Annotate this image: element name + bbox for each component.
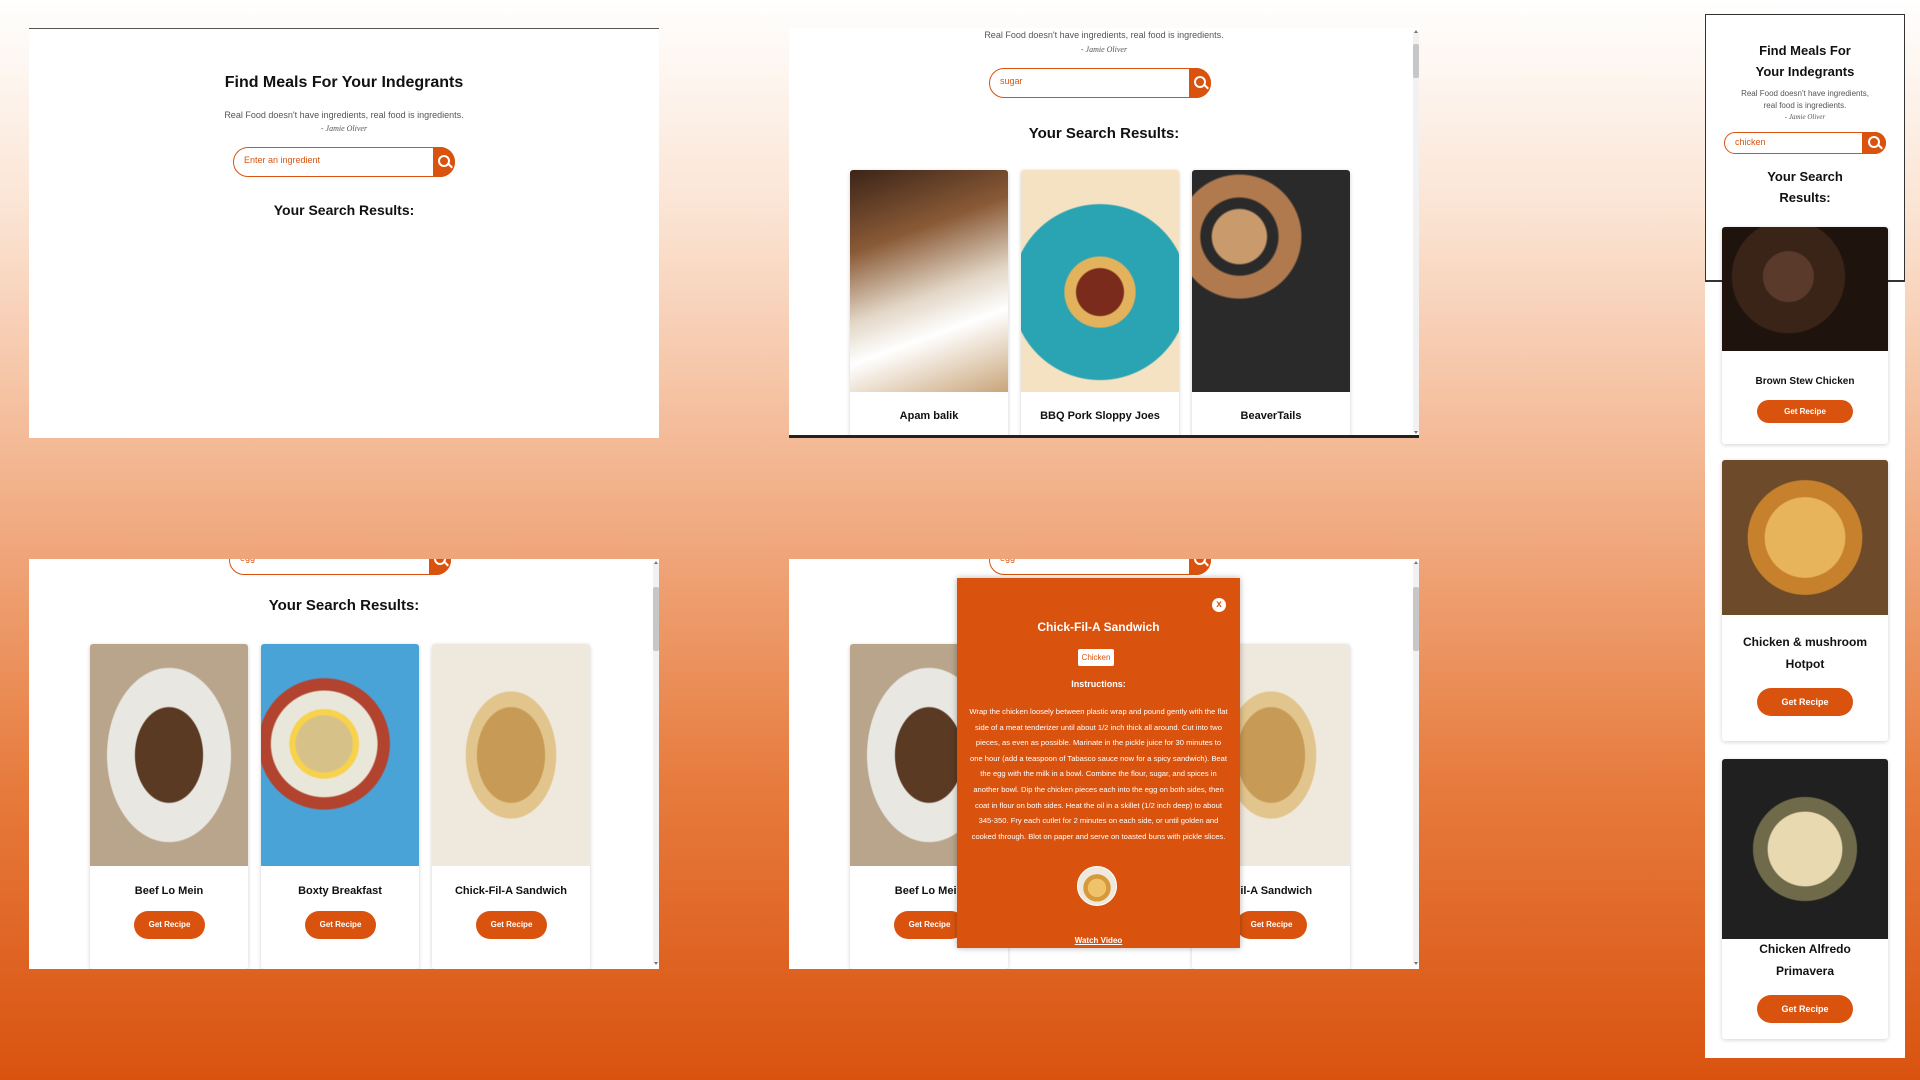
- quote-text: Real Food doesn't have ingredients, real…: [224, 110, 464, 120]
- watch-video-link[interactable]: Watch Video: [957, 936, 1240, 945]
- recipe-card[interactable]: Apam balik: [850, 170, 1008, 435]
- recipe-name: BBQ Pork Sloppy Joes: [1040, 410, 1160, 422]
- recipe-card[interactable]: Boxty Breakfast Get Recipe: [261, 644, 419, 969]
- search-icon: [1194, 76, 1206, 88]
- results-heading-line2: Results:: [1779, 190, 1831, 205]
- quote-author: - Jamie Oliver: [320, 124, 368, 133]
- get-recipe-button[interactable]: Get Recipe: [305, 911, 376, 939]
- recipe-name-line1: Chicken Alfredo: [1759, 942, 1851, 956]
- results-heading: Your Search Results:: [273, 202, 415, 218]
- recipe-image: [90, 644, 248, 866]
- quote-author: - Jamie Oliver: [1784, 113, 1826, 121]
- get-recipe-button[interactable]: Get Recipe: [1757, 400, 1853, 423]
- search-bar: [233, 147, 455, 177]
- get-recipe-button[interactable]: Get Recipe: [1757, 688, 1853, 716]
- recipe-image: [1722, 759, 1888, 939]
- search-bar: [989, 68, 1211, 98]
- search-bar: [229, 559, 451, 575]
- recipe-name: Chick-Fil-A Sandwich: [454, 885, 568, 897]
- recipe-card[interactable]: BeaverTails: [1192, 170, 1350, 435]
- recipe-image: [1192, 170, 1350, 392]
- search-input[interactable]: [1733, 136, 1849, 148]
- search-input[interactable]: [242, 154, 400, 166]
- recipe-card[interactable]: Chicken & mushroom Hotpot Get Recipe: [1722, 460, 1888, 741]
- scroll-up-icon: [1414, 561, 1418, 564]
- get-recipe-button[interactable]: Get Recipe: [134, 911, 205, 939]
- get-recipe-button[interactable]: Get Recipe: [894, 911, 965, 939]
- scroll-thumb[interactable]: [653, 587, 659, 651]
- recipe-card[interactable]: Chick-Fil-A Sandwich Get Recipe: [432, 644, 590, 969]
- scroll-thumb[interactable]: [1413, 44, 1419, 78]
- recipe-name: Apam balik: [899, 410, 959, 422]
- scroll-down-icon: [1414, 962, 1418, 965]
- search-button[interactable]: [433, 147, 455, 177]
- recipe-card[interactable]: Chicken Alfredo Primavera Get Recipe: [1722, 759, 1888, 1039]
- search-icon: [434, 559, 446, 565]
- quote-line1: Real Food doesn't have ingredients,: [1741, 89, 1869, 98]
- recipe-name-line2: Primavera: [1775, 964, 1835, 978]
- recipe-card[interactable]: Beef Lo Mein Get Recipe: [90, 644, 248, 969]
- recipe-image: [261, 644, 419, 866]
- search-icon: [1194, 559, 1206, 565]
- get-recipe-button[interactable]: Get Recipe: [1236, 911, 1307, 939]
- scroll-up-icon: [1414, 30, 1418, 33]
- get-recipe-button[interactable]: Get Recipe: [476, 911, 547, 939]
- search-button[interactable]: [1862, 132, 1886, 154]
- search-icon: [438, 155, 450, 167]
- scrollbar[interactable]: [653, 561, 659, 965]
- results-heading-line1: Your Search: [1767, 169, 1843, 184]
- modal-title: Chick-Fil-A Sandwich: [1037, 620, 1160, 634]
- results-heading: Your Search Results:: [268, 597, 420, 614]
- recipe-name-line1: Chicken & mushroom: [1742, 635, 1868, 649]
- recipe-name: Boxty Breakfast: [298, 885, 382, 897]
- scroll-down-icon: [654, 962, 658, 965]
- search-bar: [989, 559, 1211, 575]
- recipe-image: [1722, 460, 1888, 615]
- get-recipe-button[interactable]: Get Recipe: [1757, 995, 1853, 1023]
- search-button[interactable]: [1189, 68, 1211, 98]
- panel-egg-results: Your Search Results: Beef Lo Mein Get Re…: [29, 559, 659, 969]
- search-bar: [1724, 132, 1886, 154]
- instructions-heading: Instructions:: [1071, 679, 1126, 689]
- search-input[interactable]: [238, 559, 396, 564]
- recipe-image: [1021, 170, 1179, 392]
- instructions-text: Wrap the chicken loosely between plastic…: [969, 707, 1228, 841]
- scrollbar[interactable]: [1413, 561, 1419, 965]
- recipe-name: BeaverTails: [1240, 410, 1302, 422]
- scrollbar[interactable]: [1413, 30, 1419, 434]
- search-icon: [1868, 136, 1880, 148]
- recipe-name: Brown Stew Chicken: [1755, 376, 1855, 387]
- recipe-image: [432, 644, 590, 866]
- recipe-image: [850, 170, 1008, 392]
- recipe-name: Beef Lo Mein: [134, 885, 204, 897]
- category-badge: Chicken: [1078, 649, 1114, 666]
- panel-mobile-view: Find Meals For Your Indegrants Real Food…: [1705, 14, 1905, 1058]
- page-title-line2: Your Indegrants: [1755, 64, 1855, 79]
- quote-line2: real food is ingredients.: [1763, 101, 1847, 110]
- recipe-card[interactable]: BBQ Pork Sloppy Joes: [1021, 170, 1179, 435]
- scroll-up-icon: [654, 561, 658, 564]
- recipe-card[interactable]: Brown Stew Chicken Get Recipe: [1722, 227, 1888, 444]
- page-title: Find Meals For Your Indegrants: [224, 74, 464, 91]
- results-heading: Your Search Results:: [1028, 125, 1180, 142]
- page-title-line1: Find Meals For: [1759, 43, 1851, 58]
- video-thumbnail[interactable]: [1077, 866, 1117, 906]
- scroll-down-icon: [1414, 431, 1418, 434]
- close-icon[interactable]: x: [1212, 598, 1226, 612]
- panel-sugar-results: Real Food doesn't have ingredients, real…: [789, 28, 1419, 438]
- recipe-modal: x Chick-Fil-A Sandwich Chicken Instructi…: [957, 578, 1240, 948]
- panel-empty-search: Find Meals For Your Indegrants Real Food…: [29, 28, 659, 438]
- search-input[interactable]: [998, 75, 1156, 87]
- scroll-thumb[interactable]: [1413, 587, 1419, 651]
- quote-text: Real Food doesn't have ingredients, real…: [984, 30, 1224, 40]
- search-input[interactable]: [998, 559, 1156, 564]
- recipe-name-line2: Hotpot: [1785, 657, 1825, 671]
- search-button[interactable]: [429, 559, 451, 575]
- quote-author: - Jamie Oliver: [1080, 45, 1128, 54]
- recipe-image: [1722, 227, 1888, 351]
- search-button[interactable]: [1189, 559, 1211, 575]
